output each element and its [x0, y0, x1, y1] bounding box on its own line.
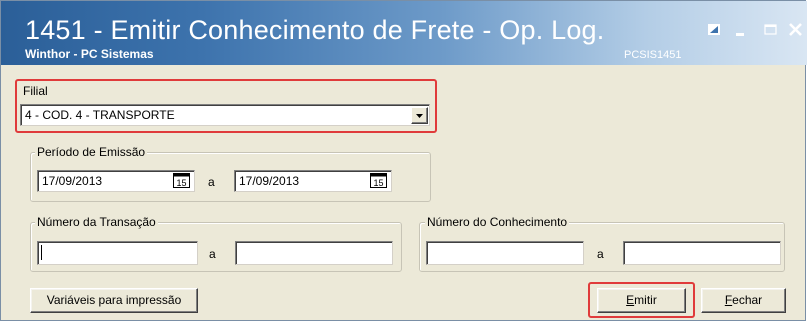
title-bar: 1451 - Emitir Conhecimento de Frete - Op… — [1, 1, 807, 65]
periodo-separator: a — [208, 175, 215, 189]
minimize-icon[interactable] — [733, 23, 749, 37]
calendar-glyph: 15 — [373, 178, 383, 188]
periodo-end-field[interactable]: 17/09/2013 — [234, 170, 392, 192]
window-subtitle: Winthor - PC Sistemas — [25, 47, 154, 61]
conhecimento-title: Número do Conhecimento — [425, 215, 570, 229]
filial-select[interactable]: 4 - COD. 4 - TRANSPORTE — [20, 104, 430, 126]
emitir-mnemonic: E — [626, 293, 635, 307]
dropdown-arrow-icon[interactable] — [411, 107, 428, 124]
periodo-start-field[interactable]: 17/09/2013 — [37, 170, 195, 192]
periodo-start-value: 17/09/2013 — [42, 174, 103, 188]
periodo-end-value: 17/09/2013 — [239, 174, 300, 188]
transacao-end-field[interactable] — [235, 241, 393, 265]
calendar-icon[interactable]: 15 — [370, 173, 388, 189]
transacao-title: Número da Transação — [35, 215, 158, 229]
variaveis-impressao-button[interactable]: Variáveis para impressão — [30, 288, 198, 313]
periodo-title: Período de Emissão — [35, 145, 148, 159]
calendar-icon[interactable]: 15 — [173, 173, 191, 189]
transacao-separator: a — [209, 247, 216, 261]
text-cursor — [41, 245, 42, 260]
conhecimento-end-field[interactable] — [623, 241, 781, 265]
transacao-start-field[interactable] — [37, 241, 198, 265]
window-title: 1451 - Emitir Conhecimento de Frete - Op… — [25, 15, 605, 45]
filial-label: Filial — [23, 84, 48, 98]
window-code: PCSIS1451 — [624, 49, 682, 61]
conhecimento-separator: a — [597, 247, 604, 261]
filial-value: 4 - COD. 4 - TRANSPORTE — [25, 108, 175, 122]
maximize-icon[interactable] — [763, 23, 779, 37]
emitir-label: mitir — [634, 293, 657, 307]
fechar-label: echar — [732, 293, 763, 307]
close-icon[interactable] — [788, 23, 804, 37]
restore-icon[interactable] — [707, 23, 723, 37]
app-window: 1451 - Emitir Conhecimento de Frete - Op… — [0, 0, 807, 321]
fechar-button[interactable]: Fechar — [701, 288, 786, 313]
conhecimento-start-field[interactable] — [426, 241, 584, 265]
calendar-glyph: 15 — [176, 178, 186, 188]
emitir-button[interactable]: Emitir — [597, 288, 686, 313]
